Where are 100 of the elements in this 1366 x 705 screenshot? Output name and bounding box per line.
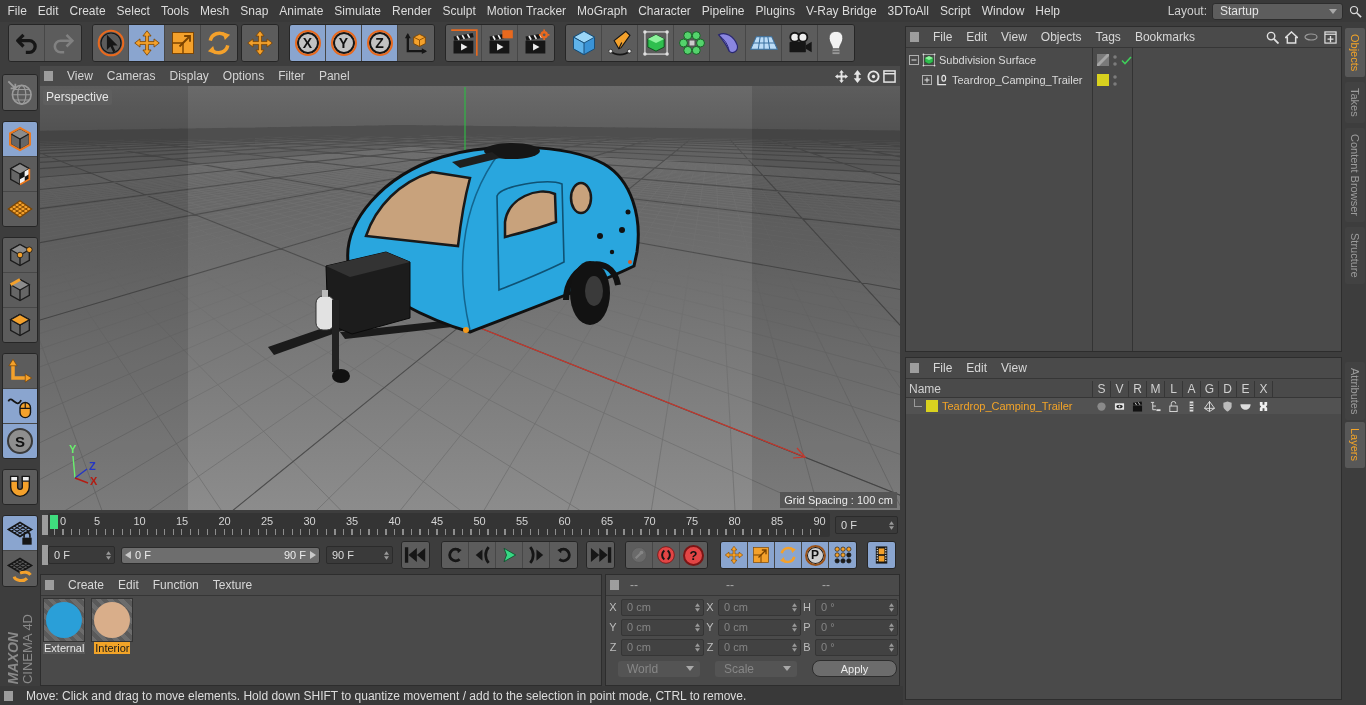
go-to-end-button[interactable] [587,542,614,568]
layer-row[interactable]: Teardrop_Camping_Trailer [906,398,1341,414]
menu-item[interactable]: Display [162,69,216,83]
dot-icon[interactable] [1095,400,1107,412]
magnet-button[interactable] [3,469,37,505]
frame-field[interactable]: 0 F [835,516,898,534]
menu-item[interactable]: Edit [959,30,995,44]
apply-button[interactable]: Apply [812,660,897,677]
menu-item[interactable]: Script [934,3,977,19]
timeline-button[interactable] [868,542,895,568]
menu-item[interactable]: Render [386,3,437,19]
scale-tool-button[interactable] [165,25,201,61]
side-tab[interactable]: Content Browser [1345,128,1365,222]
move-tool-button[interactable] [129,25,165,61]
coordinate-system-button[interactable] [398,25,434,61]
check-icon[interactable] [1121,55,1132,65]
points-mode-button[interactable] [3,237,37,273]
menu-item[interactable]: Create [61,578,112,592]
eye-icon[interactable] [1113,400,1125,412]
layout-dropdown[interactable]: Startup [1212,2,1343,20]
side-tab[interactable]: Layers [1345,422,1365,468]
oval-icon[interactable] [1304,33,1318,41]
next-key-button[interactable] [550,542,577,568]
cloner-button[interactable] [674,25,710,61]
grip-icon[interactable] [910,363,919,373]
grid-rotate-button[interactable] [3,551,37,586]
column-header[interactable]: D [1218,381,1236,397]
side-tab[interactable]: Attributes [1345,362,1365,421]
side-tab[interactable]: Structure [1345,227,1365,284]
layer-color-swatch[interactable] [926,400,938,412]
spinner-icon[interactable] [106,550,111,560]
column-header[interactable]: R [1128,381,1146,397]
plus-box-icon[interactable] [922,75,932,85]
search-icon[interactable] [1349,4,1362,18]
left-arrow-icon[interactable] [125,551,131,559]
menu-item[interactable]: Edit [111,578,146,592]
column-header[interactable]: L [1164,381,1182,397]
spinner-icon[interactable] [889,520,894,530]
menu-item[interactable]: Texture [205,578,260,592]
menu-item[interactable]: Objects [1033,30,1089,44]
grip-icon[interactable] [610,580,619,590]
orbit-icon[interactable] [867,69,880,83]
side-tab[interactable]: Takes [1345,82,1365,124]
tweak-mode-button[interactable] [3,388,37,424]
grid-lock-button[interactable] [3,516,37,552]
menu-item[interactable]: File [926,30,960,44]
render-picture-button[interactable] [482,25,518,61]
menu-item[interactable]: View [994,30,1034,44]
axis-lock-button[interactable]: Y [326,25,362,61]
menu-item[interactable]: Panel [311,69,357,83]
next-frame-button[interactable] [523,542,550,568]
column-header[interactable]: X [1254,381,1272,397]
previous-key-button[interactable] [442,542,469,568]
menu-item[interactable]: Edit [32,3,65,19]
column-header[interactable]: E [1236,381,1254,397]
key-parameter-button[interactable]: P [802,542,829,568]
subdivision-button[interactable] [638,25,674,61]
four-arrows-icon[interactable] [835,69,848,83]
menu-item[interactable]: Edit [959,361,995,375]
model-mode-button[interactable] [3,121,37,157]
column-header[interactable]: A [1182,381,1200,397]
previous-frame-button[interactable] [469,542,496,568]
start-frame-field[interactable]: 0 F [48,546,115,564]
grip-icon[interactable] [910,32,919,42]
object-name[interactable]: Subdivision Surface [939,54,1037,66]
grip-icon[interactable] [44,71,53,81]
axis-mode-button[interactable] [3,353,37,389]
texture-mode-button[interactable] [3,156,37,192]
grip-icon[interactable] [4,690,13,701]
grip-icon[interactable] [45,580,54,590]
menu-item[interactable]: Simulate [328,3,387,19]
column-header[interactable]: M [1146,381,1164,397]
clapperboard-icon[interactable] [1131,400,1143,412]
material-name[interactable]: Interior [94,642,131,654]
menu-item[interactable]: Cameras [99,69,163,83]
workplane-mode-button[interactable] [3,191,37,226]
home-icon[interactable] [1285,30,1298,44]
rotate-tool-button[interactable] [201,25,237,61]
key-position-button[interactable] [721,542,748,568]
go-to-start-button[interactable] [402,542,429,568]
keyframe-button[interactable]: ? [680,542,707,568]
render-view-button[interactable] [446,25,482,61]
maximize-icon[interactable] [883,69,896,83]
dots-icon[interactable] [1113,74,1117,86]
menu-item[interactable]: Tools [155,3,195,19]
key-points-button[interactable] [829,542,856,568]
menu-item[interactable]: Bookmarks [1127,30,1202,44]
menu-item[interactable]: Snap [234,3,274,19]
end-frame-field[interactable]: 90 F [326,546,393,564]
spinner-icon[interactable] [384,550,389,560]
key-rotation-button[interactable] [775,542,802,568]
move-tool-button[interactable] [242,25,278,61]
pyramid-icon[interactable] [1203,400,1215,412]
block-icon[interactable] [1257,400,1269,412]
menu-item[interactable]: MoGraph [571,3,633,19]
pen-button[interactable] [602,25,638,61]
deformer-button[interactable] [710,25,746,61]
preview-range-slider[interactable]: 0 F 90 F [121,546,320,564]
minus-box-icon[interactable] [909,55,919,65]
menu-item[interactable]: Select [111,3,156,19]
